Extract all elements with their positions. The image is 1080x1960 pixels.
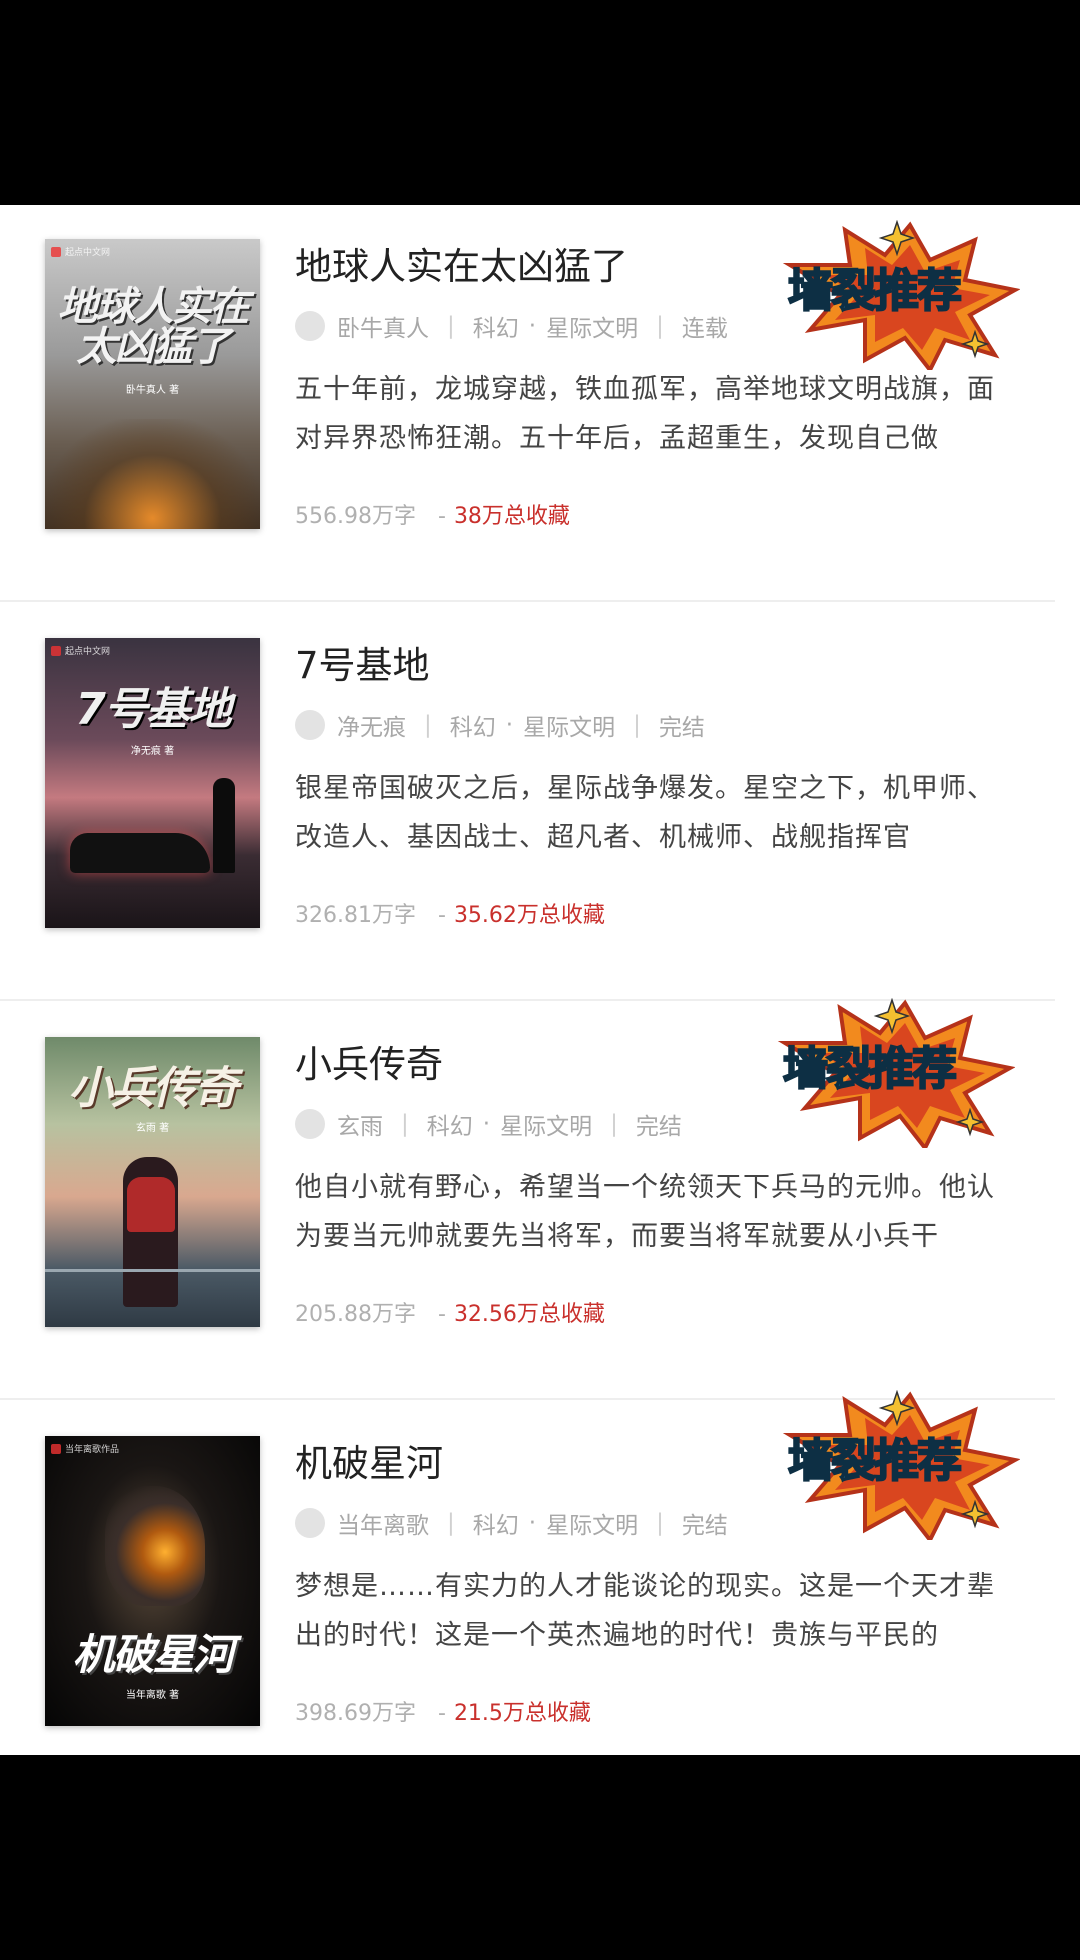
book-meta: 净无痕 | 科幻 · 星际文明 | 完结 — [295, 708, 705, 742]
book-category[interactable]: 科幻 — [427, 1107, 473, 1141]
author-avatar — [295, 1508, 325, 1538]
book-cover[interactable]: 起点中文网 地球人实在太凶猛了 卧牛真人 著 — [45, 239, 260, 529]
divider: | — [610, 1111, 618, 1137]
book-author[interactable]: 当年离歌 — [337, 1506, 429, 1540]
book-stats: 326.81万字 -35.62万总收藏 — [295, 903, 605, 928]
book-card[interactable]: 起点中文网 地球人实在太凶猛了 卧牛真人 著 地球人实在太凶猛了 卧牛真人 | … — [0, 205, 1055, 602]
recommend-badge: 墙裂推荐 — [770, 220, 1020, 370]
cover-author: 玄雨 著 — [135, 1123, 170, 1134]
divider: | — [633, 712, 641, 738]
book-title[interactable]: 机破星河 — [295, 1442, 443, 1486]
cover-author: 净无痕 著 — [130, 746, 175, 757]
book-category[interactable]: 科幻 — [450, 708, 496, 742]
book-meta: 玄雨 | 科幻 · 星际文明 | 完结 — [295, 1107, 682, 1141]
badge-text: 墙裂推荐 — [782, 1041, 958, 1096]
dot-separator: · — [528, 1510, 537, 1536]
cover-title: 地球人实在太凶猛了 — [57, 284, 250, 370]
cover-title: 7号基地 — [75, 684, 232, 735]
book-category[interactable]: 科幻 — [473, 1506, 519, 1540]
book-stats: 205.88万字 -32.56万总收藏 — [295, 1302, 605, 1327]
book-cover[interactable]: 小兵传奇 玄雨 著 — [45, 1037, 260, 1327]
publisher-logo: 起点中文网 — [51, 245, 110, 258]
book-subcategory[interactable]: 星际文明 — [500, 1107, 592, 1141]
book-stats: 398.69万字 -21.5万总收藏 — [295, 1701, 591, 1726]
book-subcategory[interactable]: 星际文明 — [523, 708, 615, 742]
book-description[interactable]: 五十年前，龙城穿越，铁血孤军，高举地球文明战旗，面对异界恐怖狂潮。五十年后，孟超… — [295, 365, 1010, 463]
book-subcategory[interactable]: 星际文明 — [546, 1506, 638, 1540]
divider: | — [424, 712, 432, 738]
word-count: 205.88万字 — [295, 1302, 416, 1327]
author-avatar — [295, 710, 325, 740]
divider: | — [447, 313, 455, 339]
word-count: 398.69万字 — [295, 1701, 416, 1726]
book-status: 连载 — [681, 316, 728, 342]
recommend-badge: 墙裂推荐 — [770, 1390, 1020, 1540]
cover-title: 机破星河 — [72, 1630, 234, 1679]
book-description[interactable]: 梦想是……有实力的人才能谈论的现实。这是一个天才辈出的时代！这是一个英杰遍地的时… — [295, 1562, 1010, 1660]
book-author[interactable]: 卧牛真人 — [337, 309, 429, 343]
book-meta: 当年离歌 | 科幻 · 星际文明 | 完结 — [295, 1506, 728, 1540]
favorites-count: 38万总收藏 — [453, 504, 570, 529]
dot-separator: · — [505, 712, 514, 738]
book-status: 完结 — [658, 715, 705, 741]
book-category[interactable]: 科幻 — [473, 309, 519, 343]
favorites-count: 35.62万总收藏 — [453, 903, 605, 928]
book-cover[interactable]: 起点中文网 7号基地 净无痕 著 — [45, 638, 260, 928]
word-count: 556.98万字 — [295, 504, 416, 529]
book-cover[interactable]: 当年离歌作品 机破星河 当年离歌 著 — [45, 1436, 260, 1726]
book-title[interactable]: 地球人实在太凶猛了 — [295, 245, 628, 289]
book-card[interactable]: 小兵传奇 玄雨 著 小兵传奇 玄雨 | 科幻 · 星际文明 | 完结 他自小就有… — [0, 998, 1055, 1400]
cover-author: 当年离歌 著 — [125, 1690, 180, 1701]
book-subcategory[interactable]: 星际文明 — [546, 309, 638, 343]
badge-text: 墙裂推荐 — [787, 1433, 963, 1488]
book-status: 完结 — [681, 1513, 728, 1539]
book-list: 起点中文网 地球人实在太凶猛了 卧牛真人 著 地球人实在太凶猛了 卧牛真人 | … — [0, 205, 1080, 1755]
favorites-count: 21.5万总收藏 — [453, 1701, 591, 1726]
book-author[interactable]: 净无痕 — [337, 708, 406, 742]
divider: | — [447, 1510, 455, 1536]
book-title[interactable]: 7号基地 — [295, 644, 430, 688]
book-description[interactable]: 银星帝国破灭之后，星际战争爆发。星空之下，机甲师、改造人、基因战士、超凡者、机械… — [295, 764, 1010, 862]
publisher-logo: 当年离歌作品 — [51, 1442, 119, 1455]
dot-separator: · — [528, 313, 537, 339]
book-card[interactable]: 起点中文网 7号基地 净无痕 著 7号基地 净无痕 | 科幻 · 星际文明 | … — [0, 604, 1055, 1001]
dot-separator: · — [482, 1111, 491, 1137]
book-description[interactable]: 他自小就有野心，希望当一个统领天下兵马的元帅。他认为要当元帅就要先当将军，而要当… — [295, 1163, 1010, 1261]
cover-title: 小兵传奇 — [68, 1063, 239, 1114]
publisher-logo: 起点中文网 — [51, 644, 110, 657]
divider: | — [401, 1111, 409, 1137]
divider: | — [656, 1510, 664, 1536]
book-card[interactable]: 当年离歌作品 机破星河 当年离歌 著 机破星河 当年离歌 | 科幻 · 星际文明… — [0, 1390, 1055, 1799]
recommend-badge: 墙裂推荐 — [765, 998, 1015, 1148]
favorites-count: 32.56万总收藏 — [453, 1302, 605, 1327]
cover-author: 卧牛真人 著 — [125, 385, 180, 396]
word-count: 326.81万字 — [295, 903, 416, 928]
book-stats: 556.98万字 -38万总收藏 — [295, 504, 570, 529]
book-meta: 卧牛真人 | 科幻 · 星际文明 | 连载 — [295, 309, 728, 343]
book-status: 完结 — [635, 1114, 682, 1140]
book-title[interactable]: 小兵传奇 — [295, 1043, 443, 1087]
divider: | — [656, 313, 664, 339]
book-author[interactable]: 玄雨 — [337, 1107, 383, 1141]
author-avatar — [295, 311, 325, 341]
badge-text: 墙裂推荐 — [787, 263, 963, 318]
author-avatar — [295, 1109, 325, 1139]
